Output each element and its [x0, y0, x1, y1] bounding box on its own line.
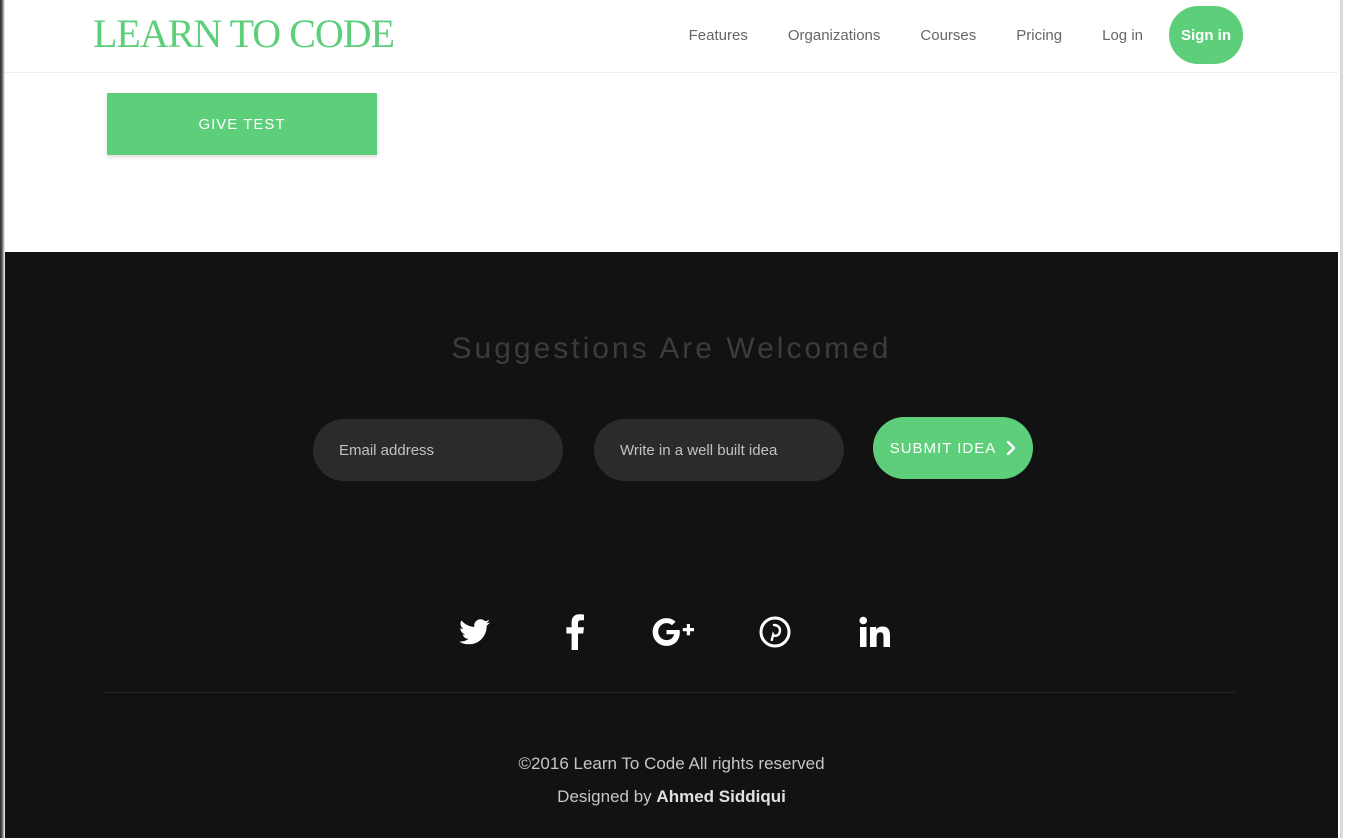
- right-window-edge: [1338, 0, 1350, 838]
- footer-divider: [105, 692, 1235, 693]
- linkedin-icon[interactable]: [845, 604, 905, 660]
- designed-by-text: Designed by Ahmed Siddiqui: [5, 787, 1338, 807]
- sign-in-button[interactable]: Sign in: [1169, 6, 1243, 64]
- page: LEARN TO CODE Features Organizations Cou…: [0, 0, 1350, 838]
- footer-title: Suggestions Are Welcomed: [451, 332, 892, 365]
- main-nav: Features Organizations Courses Pricing L…: [669, 6, 1243, 64]
- facebook-icon[interactable]: [545, 604, 605, 660]
- designer-name[interactable]: Ahmed Siddiqui: [656, 787, 785, 806]
- suggestion-input[interactable]: [594, 419, 844, 481]
- site-logo[interactable]: LEARN TO CODE: [93, 12, 395, 56]
- nav-link-pricing[interactable]: Pricing: [996, 27, 1082, 44]
- nav-link-login[interactable]: Log in: [1082, 27, 1163, 44]
- nav-link-organizations[interactable]: Organizations: [768, 27, 901, 44]
- pinterest-icon[interactable]: [745, 604, 805, 660]
- chevron-right-icon: [1007, 441, 1016, 455]
- nav-link-courses[interactable]: Courses: [900, 27, 996, 44]
- submit-idea-button[interactable]: SUBMIT IDEA: [873, 417, 1033, 479]
- footer: Suggestions Are Welcomed SUBMIT IDEA: [5, 252, 1338, 838]
- submit-idea-label: SUBMIT IDEA: [889, 439, 997, 457]
- email-input[interactable]: [313, 419, 563, 481]
- give-test-button[interactable]: GIVE TEST: [107, 93, 377, 155]
- google-plus-icon[interactable]: [645, 604, 705, 660]
- twitter-icon[interactable]: [445, 604, 505, 660]
- social-links: [445, 604, 905, 660]
- designed-by-prefix: Designed by: [557, 787, 652, 806]
- copyright-text: ©2016 Learn To Code All rights reserved: [518, 754, 825, 773]
- nav-link-features[interactable]: Features: [669, 27, 768, 44]
- navbar: LEARN TO CODE Features Organizations Cou…: [5, 0, 1338, 73]
